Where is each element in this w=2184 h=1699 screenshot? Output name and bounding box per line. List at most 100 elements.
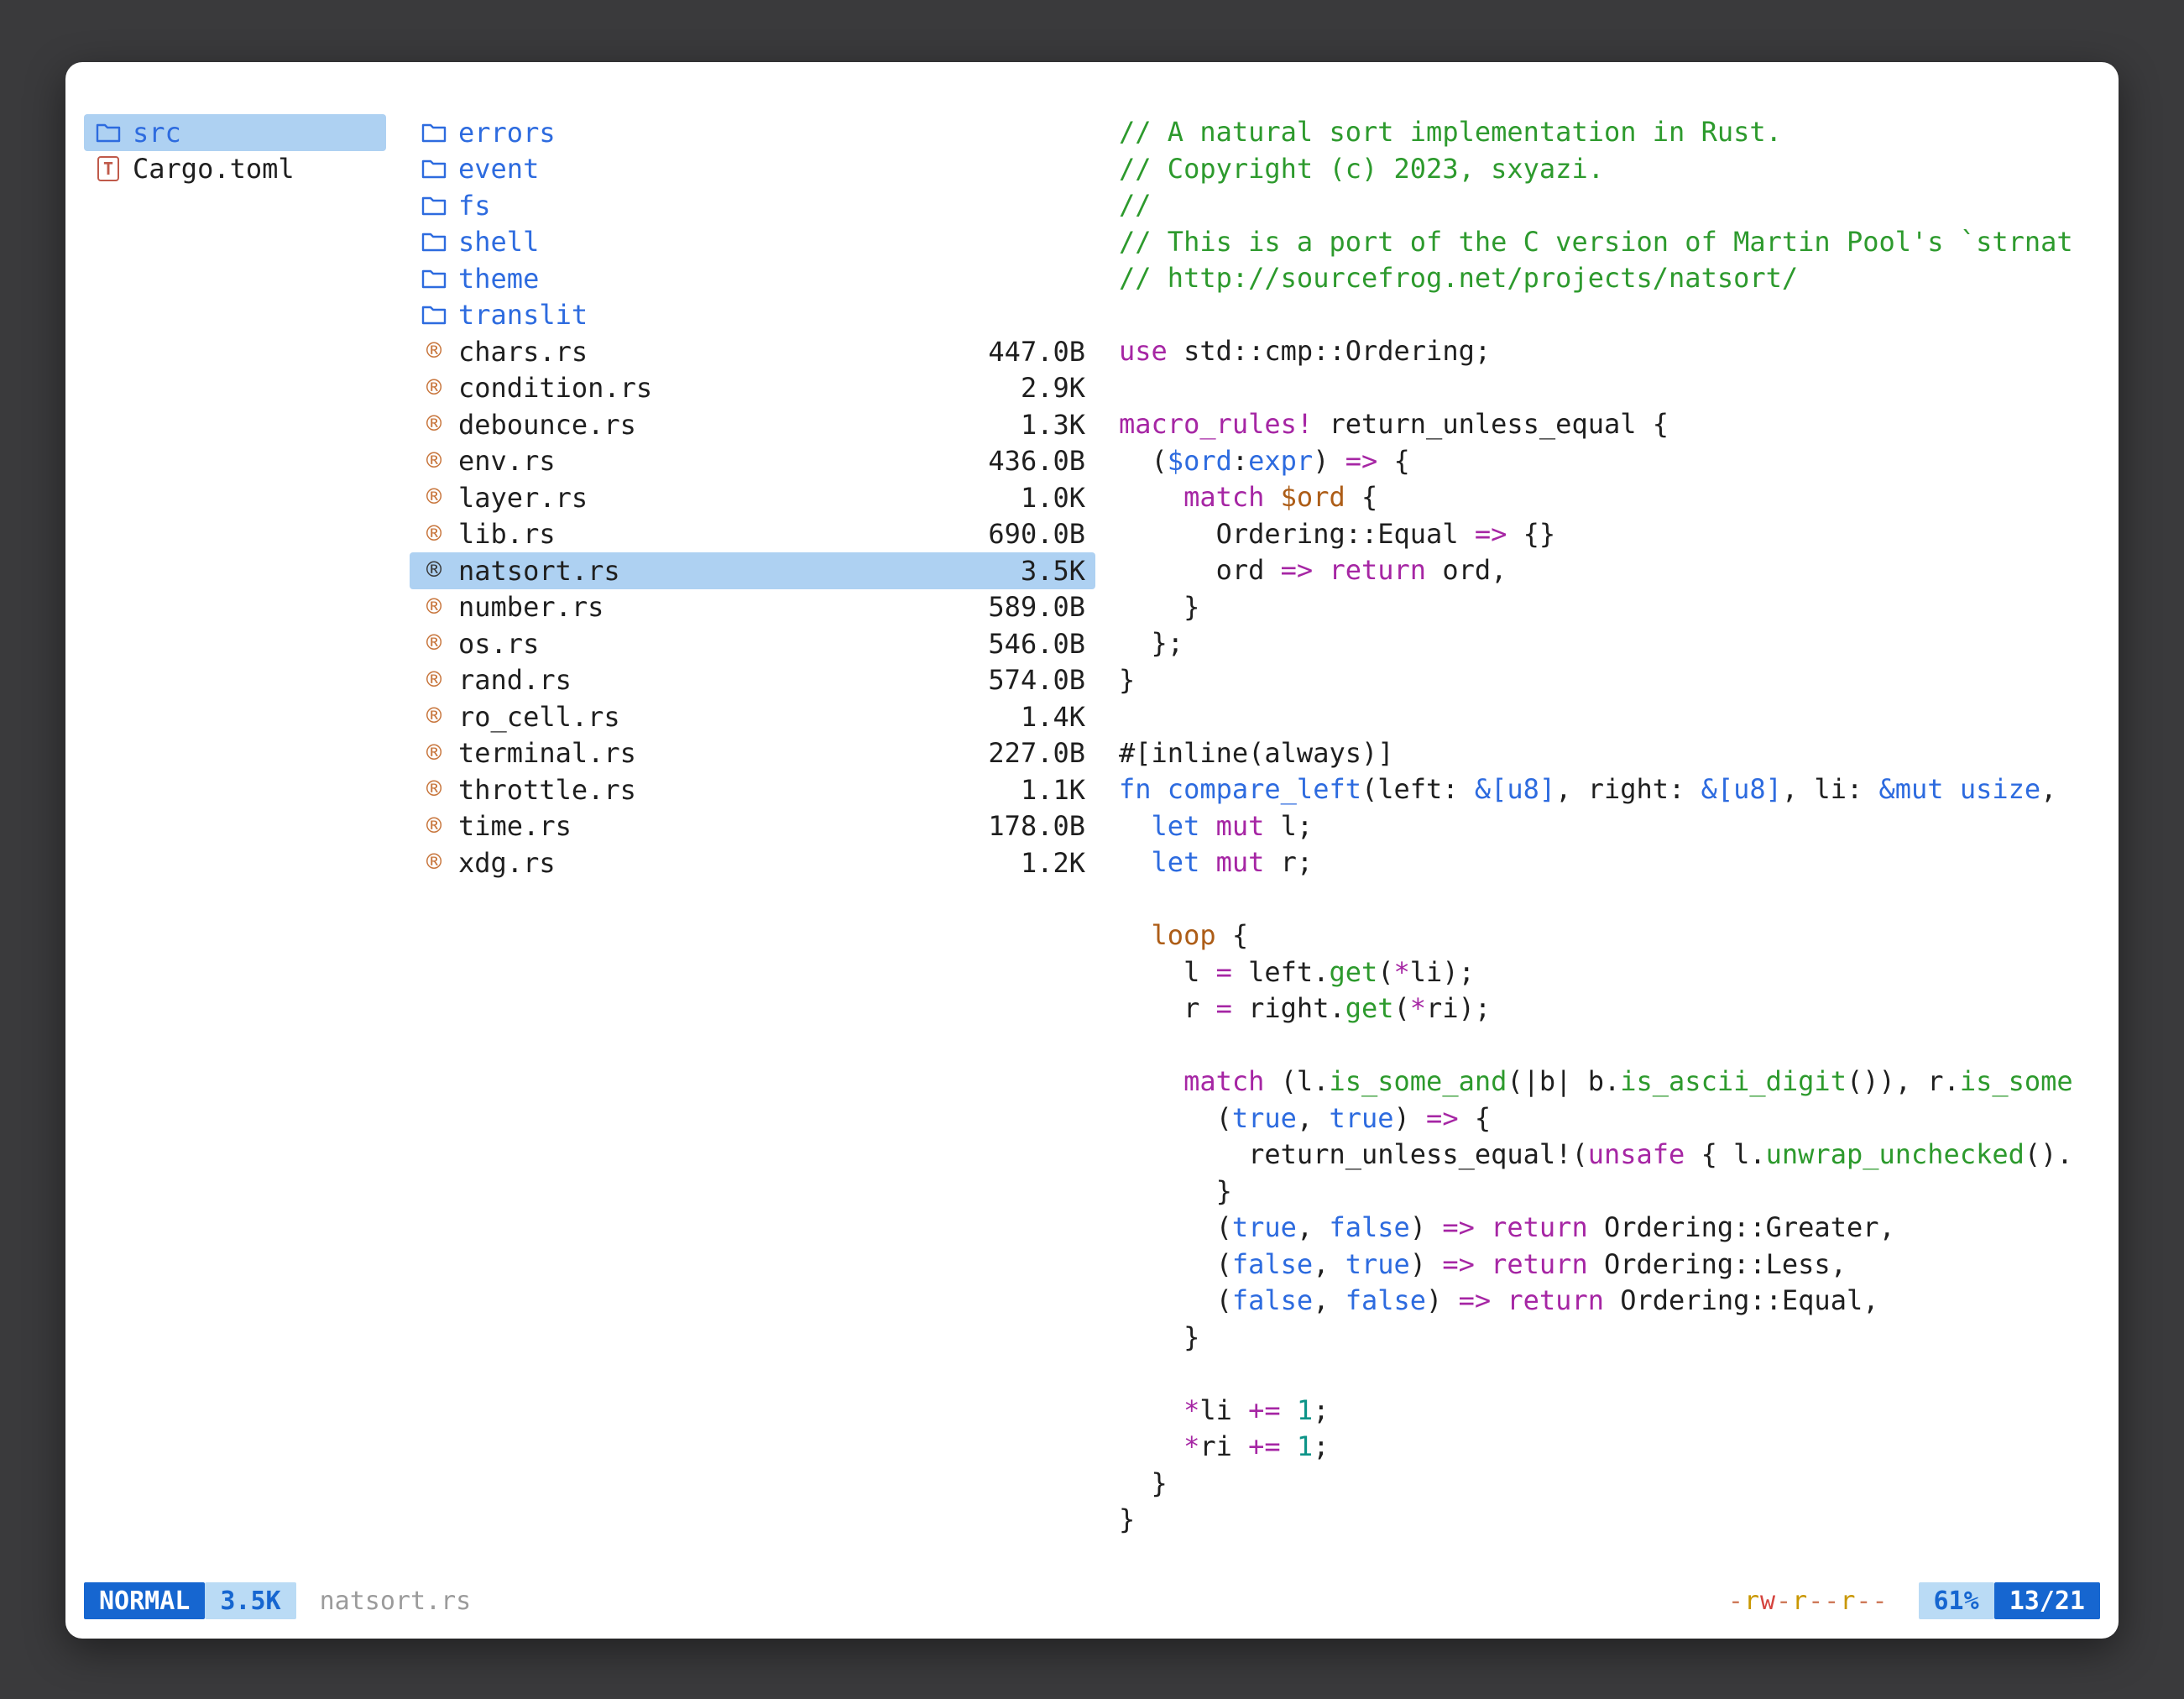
entry-name: layer.rs	[458, 482, 588, 514]
code-line	[1119, 297, 2100, 334]
entry-name: ro_cell.rs	[458, 701, 620, 733]
mode-indicator: NORMAL	[84, 1582, 205, 1619]
file-row[interactable]: ®layer.rs1.0K	[410, 479, 1095, 516]
folder-icon	[420, 268, 448, 290]
rust-file-icon: ®	[420, 520, 448, 549]
code-line: }	[1119, 1466, 2100, 1503]
rust-file-icon: ®	[420, 337, 448, 366]
rust-file-icon: ®	[420, 447, 448, 476]
code-line: l = left.get(*li);	[1119, 954, 2100, 991]
code-line: //	[1119, 187, 2100, 224]
entry-size: 227.0B	[988, 737, 1085, 769]
entry-name: debounce.rs	[458, 409, 636, 441]
folder-icon	[94, 122, 123, 144]
file-row[interactable]: ® condition.rs 2.9K	[410, 370, 1095, 407]
panes-container: srcTCargo.toml errorsevent fsshelltheme tr…	[84, 114, 2100, 1538]
file-row[interactable]: ® debounce.rs 1.3K	[410, 406, 1095, 443]
permission-char: r	[1744, 1587, 1760, 1616]
entry-name: translit	[458, 299, 588, 331]
rust-file-icon: ®	[420, 702, 448, 731]
file-row[interactable]: ® throttle.rs 1.1K	[410, 771, 1095, 808]
rust-file-icon: ®	[420, 556, 448, 585]
folder-icon	[420, 304, 448, 326]
permission-char: -	[1776, 1587, 1792, 1616]
rust-file-icon: ®	[420, 739, 448, 768]
code-line: *ri += 1;	[1119, 1429, 2100, 1466]
file-row[interactable]: ®natsort.rs3.5K	[410, 552, 1095, 589]
code-line: // A natural sort implementation in Rust…	[1119, 114, 2100, 151]
folder-row[interactable]: errors	[410, 114, 1095, 151]
rust-file-icon: ®	[420, 374, 448, 403]
entry-name: Cargo.toml	[133, 153, 295, 185]
code-line: (false, true) => return Ordering::Less,	[1119, 1247, 2100, 1283]
file-row[interactable]: ®env.rs436.0B	[410, 443, 1095, 480]
code-line: }	[1119, 1320, 2100, 1357]
entry-size: 1.2K	[1021, 847, 1085, 879]
permission-char: -	[1824, 1587, 1840, 1616]
yazi-file-manager-window: srcTCargo.toml errorsevent fsshelltheme tr…	[65, 62, 2119, 1639]
file-row[interactable]: ®ro_cell.rs1.4K	[410, 698, 1095, 735]
folder-icon	[420, 195, 448, 217]
folder-row[interactable]: translit	[410, 297, 1095, 334]
code-line: // http://sourcefrog.net/projects/natsor…	[1119, 260, 2100, 297]
folder-row[interactable]: event	[410, 151, 1095, 188]
code-line: let mut l;	[1119, 808, 2100, 845]
file-row[interactable]: ®lib.rs690.0B	[410, 516, 1095, 553]
folder-row[interactable]: fs	[410, 187, 1095, 224]
folder-row[interactable]: src	[84, 114, 386, 151]
file-row[interactable]: ®os.rs546.0B	[410, 625, 1095, 662]
file-row[interactable]: ®rand.rs574.0B	[410, 662, 1095, 699]
code-line: (false, false) => return Ordering::Equal…	[1119, 1283, 2100, 1320]
entry-size: 1.0K	[1021, 482, 1085, 514]
file-row[interactable]: ®xdg.rs1.2K	[410, 844, 1095, 881]
entry-size: 1.3K	[1021, 409, 1085, 441]
code-line	[1119, 1356, 2100, 1393]
entry-size: 1.1K	[1021, 774, 1085, 806]
file-row[interactable]: ®number.rs589.0B	[410, 589, 1095, 626]
folder-row[interactable]: shell	[410, 224, 1095, 261]
entry-size: 2.9K	[1021, 372, 1085, 404]
current-directory-pane: errorsevent fsshelltheme translit®chars.rs…	[410, 114, 1095, 1538]
entry-size: 546.0B	[988, 628, 1085, 660]
code-line: r = right.get(*ri);	[1119, 991, 2100, 1027]
code-line	[1119, 698, 2100, 735]
entry-name: src	[133, 117, 181, 149]
entry-name: time.rs	[458, 810, 572, 842]
folder-row[interactable]: theme	[410, 260, 1095, 297]
code-line	[1119, 1027, 2100, 1064]
entry-size: 436.0B	[988, 445, 1085, 477]
code-line: ($ord:expr) => {	[1119, 443, 2100, 480]
file-row[interactable]: ®time.rs178.0B	[410, 808, 1095, 845]
entry-name: natsort.rs	[458, 555, 620, 587]
scroll-percentage-badge: 61%	[1919, 1582, 1994, 1619]
cursor-position-badge: 13/21	[1994, 1582, 2100, 1619]
entry-name: event	[458, 153, 539, 185]
code-line: ord => return ord,	[1119, 552, 2100, 589]
permission-char: -	[1728, 1587, 1744, 1616]
entry-name: fs	[458, 190, 491, 222]
entry-name: theme	[458, 263, 539, 295]
rust-file-icon: ®	[420, 410, 448, 439]
code-line: }	[1119, 1502, 2100, 1538]
rust-file-icon: ®	[420, 775, 448, 804]
entry-size: 589.0B	[988, 591, 1085, 623]
code-line: let mut r;	[1119, 844, 2100, 881]
permission-char: r	[1792, 1587, 1808, 1616]
code-line	[1119, 881, 2100, 918]
rust-file-icon: ®	[420, 629, 448, 658]
file-size-badge: 3.5K	[205, 1582, 295, 1619]
entry-name: xdg.rs	[458, 847, 556, 879]
code-line: // Copyright (c) 2023, sxyazi.	[1119, 151, 2100, 188]
file-row[interactable]: ®chars.rs447.0B	[410, 333, 1095, 370]
code-line: loop {	[1119, 917, 2100, 954]
entry-name: rand.rs	[458, 664, 572, 696]
status-filename: natsort.rs	[320, 1587, 472, 1616]
entry-name: condition.rs	[458, 372, 652, 404]
entry-name: throttle.rs	[458, 774, 636, 806]
file-row[interactable]: ®terminal.rs227.0B	[410, 735, 1095, 772]
code-line: macro_rules! return_unless_equal {	[1119, 406, 2100, 443]
code-line: *li += 1;	[1119, 1393, 2100, 1430]
parent-directory-pane: srcTCargo.toml	[84, 114, 386, 1538]
entry-size: 178.0B	[988, 810, 1085, 842]
file-row[interactable]: TCargo.toml	[84, 151, 386, 188]
